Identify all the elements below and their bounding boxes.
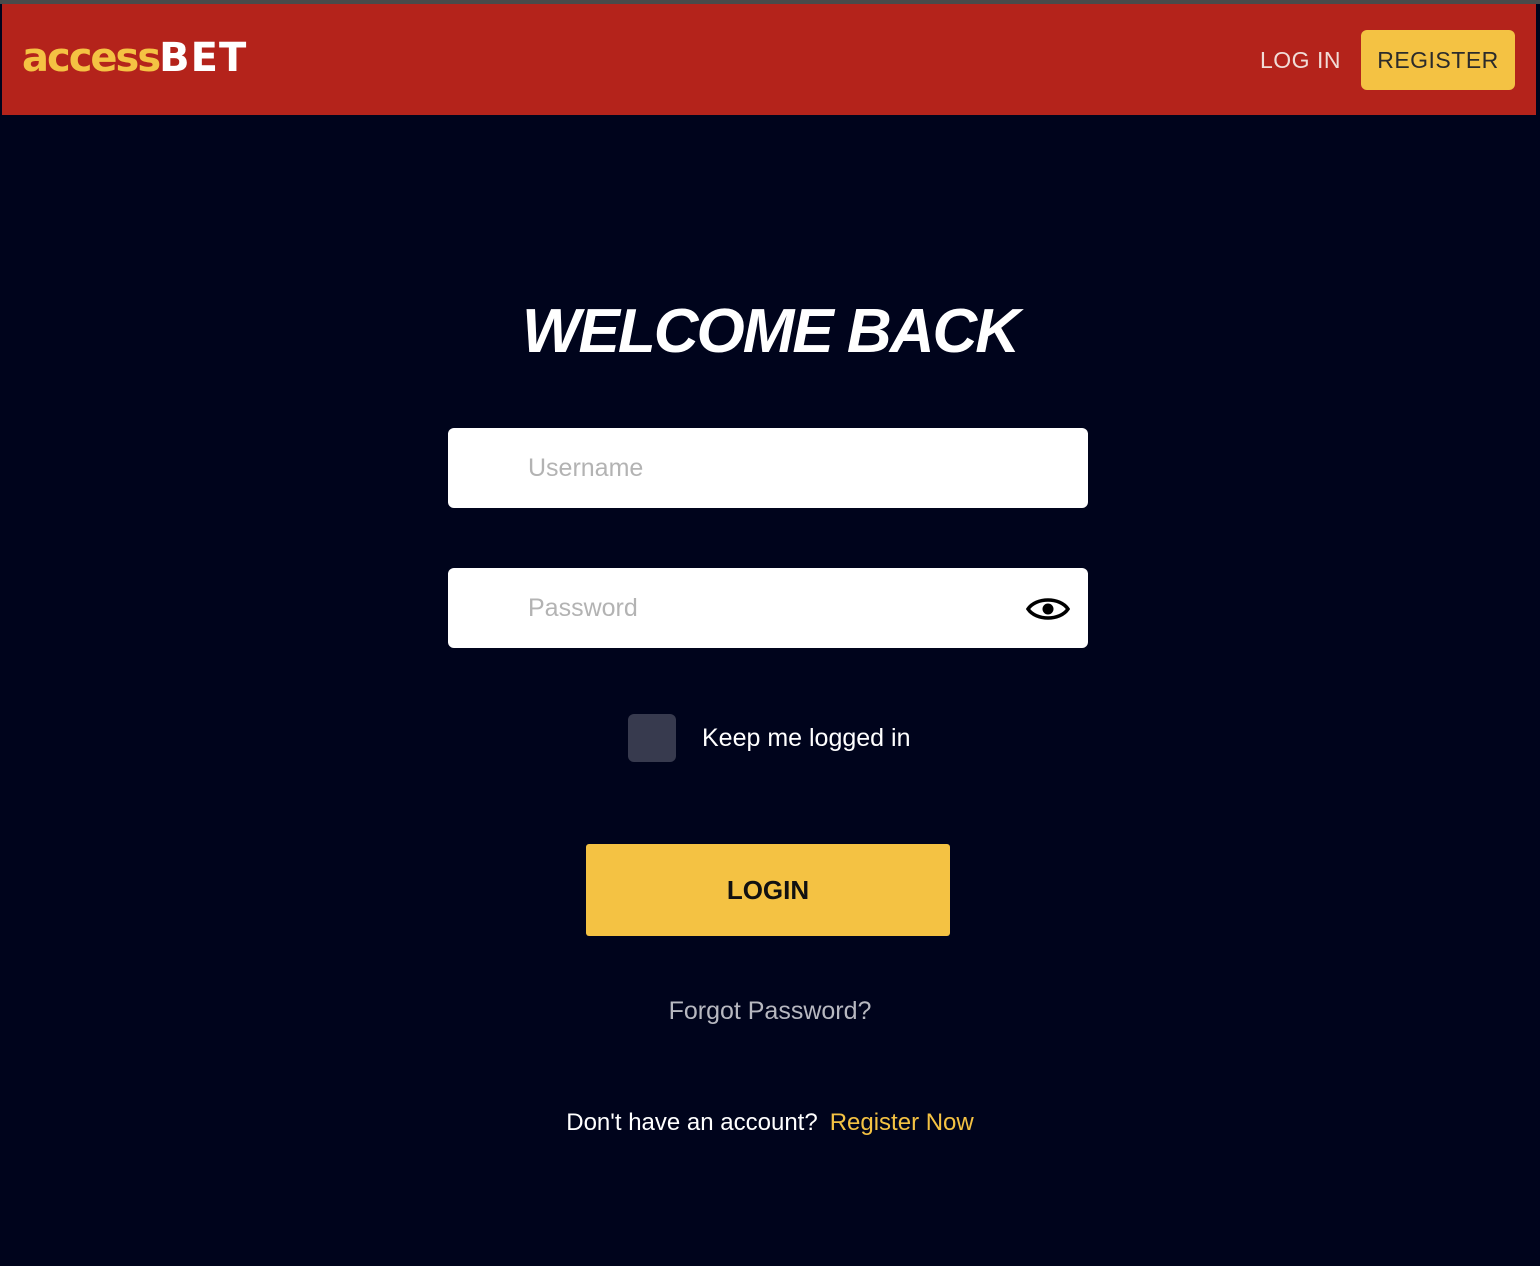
header-register-button[interactable]: REGISTER <box>1361 30 1515 90</box>
forgot-password-row: Forgot Password? <box>0 994 1540 1028</box>
forgot-password-link[interactable]: Forgot Password? <box>669 997 872 1025</box>
page-title: WELCOME BACK <box>521 297 1020 366</box>
logo-text-access: access <box>22 35 161 81</box>
password-input[interactable] <box>528 568 1008 648</box>
login-button[interactable]: LOGIN <box>586 844 950 936</box>
site-header: accessBET LOG IN REGISTER <box>2 4 1536 115</box>
logo-text-bet: BET <box>159 35 248 81</box>
keep-logged-in-label[interactable]: Keep me logged in <box>702 714 910 762</box>
register-now-link[interactable]: Register Now <box>830 1109 974 1136</box>
keep-logged-in-checkbox[interactable] <box>628 714 676 762</box>
accessbet-logo[interactable]: accessBET <box>22 36 247 80</box>
username-field-container <box>448 428 1088 508</box>
header-login-link[interactable]: LOG IN <box>1260 44 1341 76</box>
no-account-text: Don't have an account? <box>566 1109 818 1136</box>
register-prompt: Don't have an account? Register Now <box>0 1106 1540 1140</box>
eye-icon[interactable] <box>1026 594 1070 624</box>
password-field-container <box>448 568 1088 648</box>
username-input[interactable] <box>528 428 1008 508</box>
